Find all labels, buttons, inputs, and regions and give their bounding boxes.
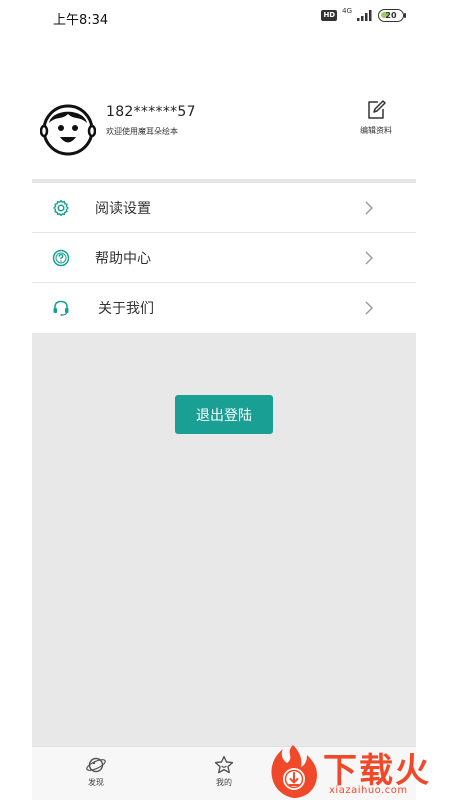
headset-icon xyxy=(53,300,69,316)
battery-icon: 20 xyxy=(378,9,406,22)
user-phone: 182******57 xyxy=(106,104,196,120)
avatar[interactable] xyxy=(40,100,96,156)
menu-item-help-center[interactable]: 帮助中心 xyxy=(32,233,416,283)
watermark-logo: 下载火 xiazaihuo.com xyxy=(265,741,450,800)
edit-profile-button[interactable]: 编辑资料 xyxy=(356,100,396,142)
content-background: 退出登陆 xyxy=(32,333,416,746)
status-indicators: HD 4G 20 xyxy=(321,7,406,22)
tab-label: 我的 xyxy=(216,778,232,787)
menu-item-label: 帮助中心 xyxy=(95,250,151,267)
welcome-text: 欢迎使用魔耳朵绘本 xyxy=(106,127,178,136)
settings-menu: 阅读设置 帮助中心 关于我们 xyxy=(32,183,416,333)
edit-icon xyxy=(368,100,386,119)
chevron-right-icon xyxy=(365,251,373,265)
tab-label: 发现 xyxy=(88,778,104,787)
star-icon xyxy=(214,755,234,774)
tab-discover[interactable]: 发现 xyxy=(76,755,116,788)
status-time: 上午8:34 xyxy=(53,13,109,28)
menu-item-label: 阅读设置 xyxy=(95,200,151,217)
edit-profile-label: 编辑资料 xyxy=(360,126,392,135)
chevron-right-icon xyxy=(365,301,373,315)
menu-item-about-us[interactable]: 关于我们 xyxy=(32,283,416,333)
flame-icon xyxy=(271,745,317,798)
battery-level: 20 xyxy=(385,11,397,20)
watermark-url: xiazaihuo.com xyxy=(329,785,408,796)
chevron-right-icon xyxy=(365,201,373,215)
planet-icon xyxy=(86,757,106,773)
tab-mine[interactable]: 我的 xyxy=(204,755,244,788)
logout-button[interactable]: 退出登陆 xyxy=(175,395,273,434)
network-type: 4G xyxy=(342,7,352,15)
status-bar: 上午8:34 HD 4G 20 xyxy=(0,0,450,34)
profile-header: 182******57 欢迎使用魔耳朵绘本 编辑资料 xyxy=(32,82,416,182)
help-icon xyxy=(52,249,70,267)
gear-icon xyxy=(53,199,69,217)
menu-item-reading-settings[interactable]: 阅读设置 xyxy=(32,183,416,233)
hd-badge: HD xyxy=(321,10,338,21)
menu-item-label: 关于我们 xyxy=(98,301,154,317)
signal-icon xyxy=(357,10,372,21)
